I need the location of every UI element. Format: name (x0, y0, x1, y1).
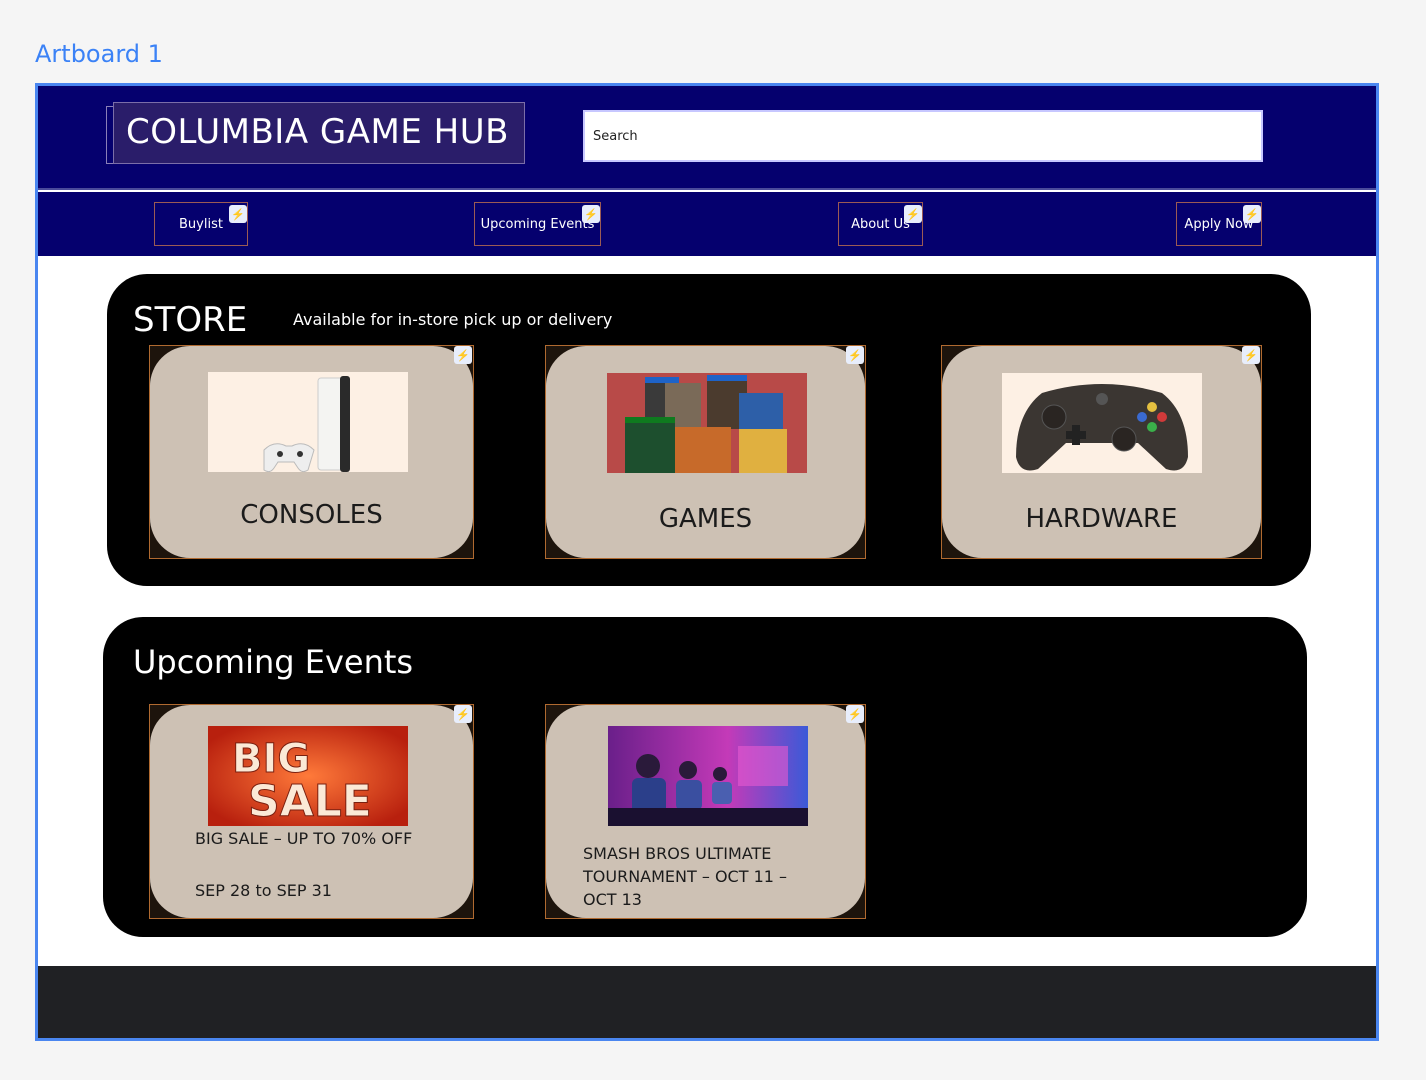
bolt-icon[interactable]: ⚡ (454, 705, 472, 723)
artboard-label: Artboard 1 (35, 40, 163, 68)
big-sale-card[interactable]: BIG SALE BIG SALE – UP TO 70% OFF SEP 28… (149, 704, 474, 919)
site-title[interactable]: COLUMBIA GAME HUB (126, 112, 509, 152)
event-title: SMASH BROS ULTIMATE TOURNAMENT – OCT 11 … (583, 844, 788, 909)
playstation-console-image (208, 372, 408, 472)
events-panel: Upcoming Events BIG SALE BIG SALE – UP T… (103, 617, 1307, 937)
big-sale-banner-image: BIG SALE (208, 726, 408, 826)
bolt-icon[interactable]: ⚡ (454, 346, 472, 364)
card-label: GAMES (658, 504, 753, 534)
hardware-card[interactable]: HARDWARE ⚡ (941, 345, 1262, 559)
main-nav: Buylist ⚡ Upcoming Events ⚡ About Us ⚡ A… (38, 192, 1376, 256)
consoles-card[interactable]: CONSOLES ⚡ (149, 345, 474, 559)
event-title: BIG SALE – UP TO 70% OFF (195, 829, 413, 848)
sale-banner-line2: SALE (248, 776, 372, 826)
events-title: Upcoming Events (133, 643, 414, 681)
bolt-icon[interactable]: ⚡ (1242, 346, 1260, 364)
bolt-icon[interactable]: ⚡ (846, 705, 864, 723)
nav-label: Upcoming Events (480, 216, 595, 232)
search-input[interactable] (583, 110, 1263, 162)
card-label: HARDWARE (1025, 504, 1178, 534)
card-label: CONSOLES (240, 500, 383, 530)
bolt-icon[interactable]: ⚡ (582, 205, 600, 223)
games-card[interactable]: GAMES ⚡ (545, 345, 866, 559)
store-panel: STORE Available for in-store pick up or … (107, 274, 1311, 586)
nav-label: About Us (851, 216, 910, 232)
bolt-icon[interactable]: ⚡ (229, 205, 247, 223)
store-subtitle: Available for in-store pick up or delive… (293, 310, 613, 329)
games-collage-image (607, 373, 807, 473)
site-footer (38, 966, 1376, 1038)
event-dates: SEP 28 to SEP 31 (195, 881, 332, 900)
store-title: STORE (133, 300, 248, 340)
xbox-controller-image (1002, 373, 1202, 473)
site-header: COLUMBIA GAME HUB (38, 86, 1376, 190)
bolt-icon[interactable]: ⚡ (904, 205, 922, 223)
tournament-card[interactable]: SMASH BROS ULTIMATE TOURNAMENT – OCT 11 … (545, 704, 866, 919)
bolt-icon[interactable]: ⚡ (846, 346, 864, 364)
nav-label: Buylist (179, 216, 223, 232)
tournament-photo-image (608, 726, 808, 826)
bolt-icon[interactable]: ⚡ (1243, 205, 1261, 223)
artboard: COLUMBIA GAME HUB Buylist ⚡ Upcoming Eve… (35, 83, 1379, 1041)
